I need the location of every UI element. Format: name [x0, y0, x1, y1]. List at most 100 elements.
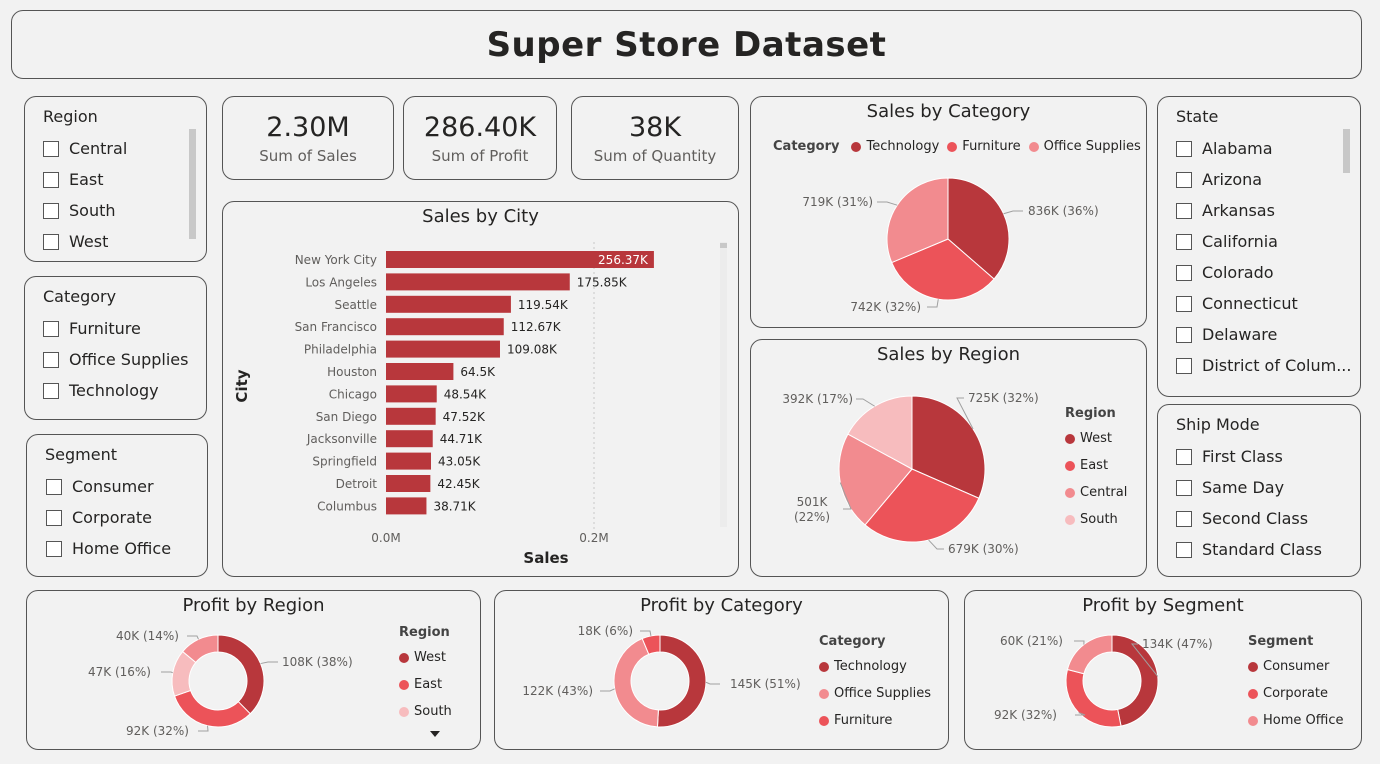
city-tick-label: Springfield [312, 455, 377, 469]
segment-slicer-item[interactable]: Home Office [46, 533, 171, 564]
region-slicer-item[interactable]: South [43, 195, 127, 226]
shipmode-slicer-item[interactable]: Standard Class [1176, 534, 1322, 565]
region-slicer-scrollbar[interactable] [189, 129, 196, 239]
slice-data-label: 679K (30%) [948, 542, 1019, 556]
kpi-sales-label: Sum of Sales [259, 147, 357, 165]
slice-data-label: 47K (16%) [88, 665, 151, 679]
category-checkbox[interactable] [43, 382, 59, 399]
sales-by-category-card: Sales by Category Category Technology Furn… [750, 96, 1147, 328]
state-slicer-item[interactable]: Delaware [1176, 319, 1351, 350]
bar [386, 497, 427, 515]
category-slicer-list: Furniture Office Supplies Technology [43, 313, 188, 406]
donut-slice [656, 634, 707, 728]
state-checkbox[interactable] [1176, 357, 1192, 374]
leader-line [705, 681, 720, 685]
bar-data-label: 48.54K [444, 387, 487, 401]
bar [386, 273, 570, 291]
region-checkbox[interactable] [43, 140, 59, 157]
bar [386, 295, 511, 313]
state-slicer-item[interactable]: Colorado [1176, 257, 1351, 288]
region-slicer: Region Central East South West [24, 96, 207, 262]
state-slicer-item[interactable]: District of Colum... [1176, 350, 1351, 381]
region-checkbox[interactable] [43, 171, 59, 188]
kpi-quantity: 38K Sum of Quantity [571, 96, 739, 180]
bar-data-label: 256.37K [598, 253, 649, 267]
segment-checkbox[interactable] [46, 478, 62, 495]
segment-checkbox[interactable] [46, 540, 62, 557]
state-checkbox[interactable] [1176, 140, 1192, 157]
bar-data-label: 112.67K [511, 320, 562, 334]
slice-data-label: 501K [797, 495, 829, 509]
shipmode-slicer-item[interactable]: Same Day [1176, 472, 1322, 503]
slice-data-label: 742K (32%) [850, 300, 921, 314]
state-checkbox[interactable] [1176, 326, 1192, 343]
state-slicer-item[interactable]: Alabama [1176, 133, 1351, 164]
profit-by-category-card: Profit by Category Category Technology Off… [494, 590, 949, 750]
state-slicer-item-label: Connecticut [1202, 294, 1298, 313]
slice-data-label: 134K (47%) [1142, 637, 1213, 651]
state-slicer-title: State [1176, 107, 1219, 126]
bar-data-label: 64.5K [460, 365, 496, 379]
category-slicer-item[interactable]: Furniture [43, 313, 188, 344]
state-checkbox[interactable] [1176, 264, 1192, 281]
kpi-profit: 286.40K Sum of Profit [403, 96, 557, 180]
bar [386, 363, 454, 380]
shipmode-checkbox[interactable] [1176, 448, 1192, 465]
shipmode-slicer-list: First Class Same Day Second Class Standard … [1176, 441, 1322, 565]
segment-slicer-item[interactable]: Corporate [46, 502, 171, 533]
x-tick-label: 0.2M [579, 531, 608, 545]
region-slicer-item[interactable]: Central [43, 133, 127, 164]
state-checkbox[interactable] [1176, 233, 1192, 250]
state-slicer-item-label: Delaware [1202, 325, 1278, 344]
shipmode-slicer-item[interactable]: Second Class [1176, 503, 1322, 534]
slice-data-label: 92K (32%) [994, 708, 1057, 722]
category-slicer-item[interactable]: Office Supplies [43, 344, 188, 375]
region-slicer-item[interactable]: West [43, 226, 127, 257]
segment-slicer-item[interactable]: Consumer [46, 471, 171, 502]
state-slicer-item-label: Colorado [1202, 263, 1274, 282]
shipmode-checkbox[interactable] [1176, 510, 1192, 527]
state-slicer-item[interactable]: Arizona [1176, 164, 1351, 195]
leader-line [877, 201, 898, 206]
segment-slicer-list: Consumer Corporate Home Office [46, 471, 171, 564]
segment-slicer-item-label: Corporate [72, 508, 152, 527]
shipmode-slicer-item[interactable]: First Class [1176, 441, 1322, 472]
state-slicer-scrollbar[interactable] [1343, 129, 1350, 173]
region-checkbox[interactable] [43, 233, 59, 250]
shipmode-slicer: Ship Mode First Class Same Day Second Clas… [1157, 404, 1361, 577]
leader-line [1074, 640, 1085, 645]
y-axis-label: City [233, 369, 251, 402]
state-slicer-item-label: Arkansas [1202, 201, 1275, 220]
leader-line [161, 671, 173, 674]
region-checkbox[interactable] [43, 202, 59, 219]
state-slicer-item-label: Arizona [1202, 170, 1263, 189]
bar-data-label: 38.71K [433, 499, 476, 513]
state-checkbox[interactable] [1176, 171, 1192, 188]
category-slicer-item[interactable]: Technology [43, 375, 188, 406]
state-slicer-item[interactable]: Connecticut [1176, 288, 1351, 319]
bar [386, 340, 500, 358]
shipmode-checkbox[interactable] [1176, 479, 1192, 496]
state-slicer-item[interactable]: Arkansas [1176, 195, 1351, 226]
category-checkbox[interactable] [43, 320, 59, 337]
bar-data-label: 44.71K [440, 432, 483, 446]
sales-by-region-card: Sales by Region Region West East Central Sou… [750, 339, 1147, 577]
state-checkbox[interactable] [1176, 295, 1192, 312]
bar [386, 475, 431, 492]
category-checkbox[interactable] [43, 351, 59, 368]
segment-slicer-title: Segment [45, 445, 117, 464]
segment-checkbox[interactable] [46, 509, 62, 526]
segment-slicer-item-label: Consumer [72, 477, 154, 496]
shipmode-slicer-item-label: First Class [1202, 447, 1283, 466]
shipmode-checkbox[interactable] [1176, 541, 1192, 558]
state-slicer-item[interactable]: California [1176, 226, 1351, 257]
bar-data-label: 42.45K [437, 477, 480, 491]
region-slicer-item[interactable]: East [43, 164, 127, 195]
city-tick-label: San Diego [316, 410, 377, 424]
state-checkbox[interactable] [1176, 202, 1192, 219]
state-slicer-list: Alabama Arizona Arkansas California Colorado… [1176, 133, 1351, 381]
donut-slice [1065, 668, 1122, 728]
slice-data-label: 108K (38%) [282, 655, 353, 669]
city-tick-label: Seattle [335, 298, 377, 312]
bar-chart-scrollbar-thumb [720, 243, 727, 248]
